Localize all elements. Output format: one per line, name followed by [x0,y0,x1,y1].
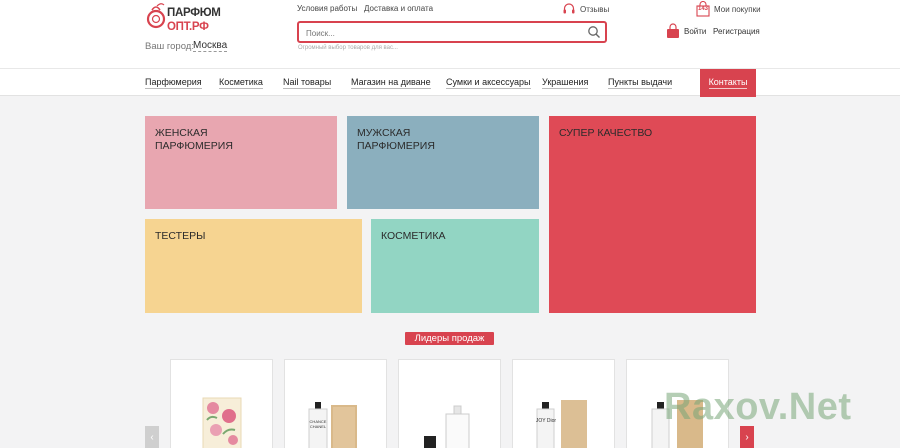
my-purchases-link[interactable]: 143 Мои покупки [696,1,761,17]
terms-link[interactable]: Условия работы [297,4,357,13]
tile-men-label: Мужская парфюмерия [357,127,435,152]
city-label: Ваш город: [145,41,194,52]
tile-testers[interactable]: Тестеры [145,219,362,313]
tile-quality-label: Супер качество [559,127,653,139]
best-sellers-heading: Лидеры продаж [405,332,494,345]
city-selector[interactable]: Москва [193,40,228,52]
logo-line-1: ПАРФЮМ [167,7,221,19]
search-hint: Огромный выбор товаров для вас... [298,45,398,51]
chevron-left-icon: ‹ [150,431,154,443]
product-brand: CHANCE CHANEL [309,419,327,429]
tile-women-perfumery[interactable]: Женская парфюмерия [145,116,337,209]
tile-women-label: Женская парфюмерия [155,127,233,152]
nav-item-cosmetics[interactable]: Косметика [219,77,263,89]
product-card[interactable] [626,359,729,448]
reviews-label: Отзывы [580,4,610,14]
nav-item-pickup-points[interactable]: Пункты выдачи [608,77,673,89]
login-link[interactable]: Войти [666,22,706,40]
site-logo[interactable]: ПАРФЮМ ОПТ.РФ [145,2,225,38]
carousel-prev-button[interactable]: ‹ [145,426,159,448]
login-label: Войти [684,26,707,36]
nav-item-perfumery[interactable]: Парфюмерия [145,77,202,89]
product-image [536,400,587,448]
carousel-next-button[interactable]: › [740,426,754,448]
search-box [297,21,607,43]
main-nav: Парфюмерия Косметика Nail товары Магазин… [0,68,900,97]
product-image [424,405,470,448]
tile-testers-label: Тестеры [155,230,206,242]
product-image [651,400,703,448]
tile-men-perfumery[interactable]: Мужская парфюмерия [347,116,539,209]
contacts-label: Контакты [708,77,748,89]
nav-item-contacts[interactable]: Контакты [700,69,756,97]
nav-item-jewelry[interactable]: Украшения [542,77,589,89]
cart-count-badge: 143 [697,6,708,12]
reviews-link[interactable]: Отзывы [562,1,609,17]
perfume-bottle-icon [146,3,166,29]
product-card[interactable] [170,359,273,448]
product-card[interactable]: CHANCE CHANEL [284,359,387,448]
product-card[interactable] [398,359,501,448]
product-brand: JOY Dior [535,418,557,424]
purchases-label: Мои покупки [714,4,761,14]
logo-line-2: ОПТ.РФ [167,21,209,33]
nav-item-nail[interactable]: Nail товары [283,77,332,89]
tile-cosmetics-label: Косметика [381,230,446,242]
product-image [308,402,357,448]
product-card[interactable]: JOY Dior [512,359,615,448]
logo-text: ПАРФЮМ ОПТ.РФ [167,6,221,34]
product-image [202,397,242,448]
nav-item-bags[interactable]: Сумки и аксессуары [446,77,531,89]
search-input[interactable] [299,24,569,43]
nav-item-tv-shop[interactable]: Магазин на диване [351,77,431,89]
tile-cosmetics[interactable]: Косметика [371,219,539,313]
cart-wrapper: 143 [696,1,710,17]
tile-super-quality[interactable]: Супер качество [549,116,756,313]
chevron-right-icon: › [745,431,749,443]
register-link[interactable]: Регистрация [713,27,760,36]
headset-icon [563,3,575,14]
lock-bag-icon [667,23,679,38]
delivery-link[interactable]: Доставка и оплата [364,4,433,13]
site-header: ПАРФЮМ ОПТ.РФ Ваш город: Москва Условия … [0,0,900,68]
search-icon[interactable] [587,25,601,39]
